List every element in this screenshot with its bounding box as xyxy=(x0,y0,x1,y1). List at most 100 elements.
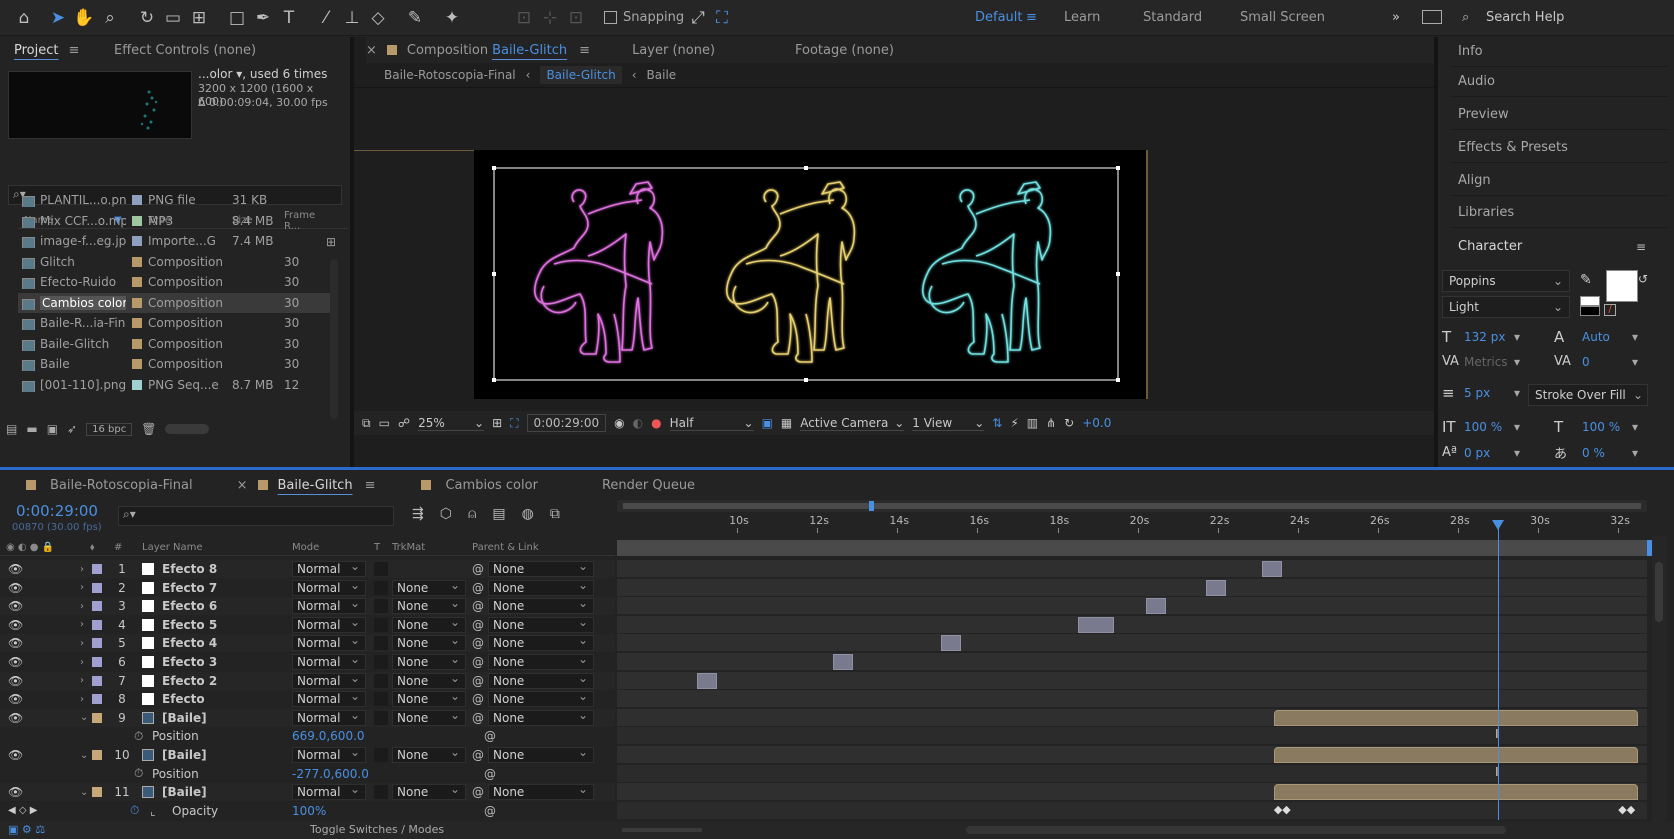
rectangle-tool-icon[interactable]: □ xyxy=(225,6,249,30)
mode-select[interactable]: Normal xyxy=(292,633,366,652)
parent-select[interactable]: None xyxy=(488,708,594,726)
selection-tool-icon[interactable]: ➤ xyxy=(46,6,70,30)
parent-select[interactable]: None xyxy=(488,782,594,801)
layer-name[interactable]: [Baile] xyxy=(162,748,207,762)
project-item[interactable]: Cambios color Composition 30 xyxy=(18,292,330,313)
trkmat-select[interactable]: None xyxy=(392,782,466,801)
layer-duration-bar[interactable] xyxy=(1261,561,1282,577)
flowchart-icon[interactable]: ⋔ xyxy=(1046,416,1056,430)
project-item[interactable]: Mix CCF...o.mp3 MP3 8.4 MB xyxy=(18,211,330,231)
stopwatch-icon[interactable]: ⏱ xyxy=(134,729,143,744)
kerning-value[interactable]: Metrics xyxy=(1464,355,1514,369)
motion-blur-icon[interactable]: ◍ xyxy=(522,506,534,522)
comp-tab-name[interactable]: Baile-Glitch xyxy=(492,43,567,58)
preserve-transparency-box[interactable] xyxy=(374,710,388,725)
twirl-right-icon[interactable]: › xyxy=(80,657,84,668)
label-swatch[interactable] xyxy=(132,379,142,390)
mask-icon[interactable]: ☍ xyxy=(398,416,410,430)
eye-icon[interactable]: 👁 xyxy=(8,748,23,762)
zoom-select[interactable]: 25% ⌄ xyxy=(418,416,485,431)
breadcrumb-item[interactable]: Baile-Rotoscopia-Final xyxy=(384,68,516,82)
label-swatch[interactable] xyxy=(132,236,142,246)
playhead[interactable] xyxy=(1492,520,1505,820)
layer-duration-bar[interactable] xyxy=(833,654,854,670)
col-layer-name[interactable]: Layer Name xyxy=(142,542,203,553)
layer-duration-bar[interactable] xyxy=(1205,579,1226,596)
font-size-value[interactable]: 132 px xyxy=(1464,330,1514,344)
show-snapshot-icon[interactable]: ◐ xyxy=(633,416,643,430)
col-mode[interactable]: Mode xyxy=(292,542,319,553)
timeline-tab[interactable]: Cambios color xyxy=(445,478,537,493)
layer-duration-bar[interactable] xyxy=(1077,616,1114,633)
views-select[interactable]: 1 View ⌄ xyxy=(912,416,985,431)
stopwatch-icon[interactable]: ⏱ xyxy=(130,803,139,818)
twirl-down-icon[interactable]: ⌄ xyxy=(80,712,88,723)
layer-name[interactable]: Efecto 3 xyxy=(162,655,217,669)
mode-select[interactable]: Normal xyxy=(292,745,366,763)
layer-name[interactable]: Efecto 5 xyxy=(162,618,217,632)
pickwhip-icon[interactable]: @ xyxy=(472,618,484,632)
font-family-select[interactable]: Poppins ⌄ xyxy=(1442,270,1570,292)
pickwhip-icon[interactable]: @ xyxy=(472,692,484,706)
breadcrumb-item-active[interactable]: Baile-Glitch xyxy=(540,66,622,84)
rotate-tool-icon[interactable]: ↻ xyxy=(135,6,159,30)
tracking-value[interactable]: 0 xyxy=(1582,355,1632,369)
eye-icon[interactable]: 👁 xyxy=(8,655,23,669)
eye-icon[interactable]: 👁 xyxy=(8,674,23,688)
layer-duration-bar[interactable] xyxy=(697,672,718,689)
dropdown-arrow-icon[interactable]: ▾ xyxy=(1514,420,1554,434)
toggle-switches-modes[interactable]: Toggle Switches / Modes xyxy=(310,823,444,836)
workspace-default[interactable]: Default xyxy=(975,10,1023,25)
dropdown-arrow-icon[interactable]: ▾ xyxy=(1514,446,1554,460)
baseline-value[interactable]: 0 px xyxy=(1464,446,1514,460)
graph-icon[interactable]: ⌞ xyxy=(150,804,156,818)
pickwhip-icon[interactable]: @ xyxy=(472,711,484,725)
keyframe-icon[interactable]: ◆◆ xyxy=(1274,803,1291,816)
layer-name[interactable]: Efecto 8 xyxy=(162,562,217,576)
workspace-learn[interactable]: Learn xyxy=(1064,10,1100,25)
dropdown-arrow-icon[interactable]: ▾ xyxy=(1632,330,1638,344)
layer-label-swatch[interactable] xyxy=(92,619,102,630)
timeline-icon[interactable]: ▥ xyxy=(1027,416,1038,430)
mode-select[interactable]: Normal xyxy=(292,689,366,708)
layer-row[interactable]: 👁 › 6 Efecto 3 Normal None @ None xyxy=(0,652,615,671)
swap-colors-icon[interactable]: ↺ xyxy=(1638,272,1648,286)
layer-row[interactable]: 👁 › 5 Efecto 4 Normal None @ None xyxy=(0,633,615,653)
project-item[interactable]: Baile-R...ia-Final Composition 30 xyxy=(18,313,330,333)
layer-duration-bar[interactable] xyxy=(1273,709,1639,726)
eyedropper-icon[interactable]: ✎ xyxy=(1580,272,1592,288)
camera-select[interactable]: Active Camera ⌄ xyxy=(800,416,905,431)
trkmat-select[interactable]: None xyxy=(392,633,466,652)
layer-label-swatch[interactable] xyxy=(92,675,102,686)
panel-libraries[interactable]: Libraries xyxy=(1450,198,1668,228)
layer-duration-bar[interactable] xyxy=(1145,598,1166,615)
playhead-handle[interactable] xyxy=(1492,520,1505,530)
no-stroke-icon[interactable]: / xyxy=(1604,304,1616,316)
adjust-icon[interactable]: ➶ xyxy=(67,422,77,436)
label-swatch[interactable] xyxy=(132,277,142,287)
parent-select[interactable]: None xyxy=(488,671,594,689)
parent-select[interactable]: None xyxy=(488,633,594,652)
transparency-grid-icon[interactable]: ▦ xyxy=(781,416,792,430)
property-value[interactable]: -277.0,600.0 xyxy=(292,767,369,781)
bpc-button[interactable]: 16 bpc xyxy=(86,422,133,436)
preserve-transparency-box[interactable] xyxy=(374,785,388,800)
pickwhip-icon[interactable]: @ xyxy=(472,785,484,799)
eye-icon[interactable]: 👁 xyxy=(8,599,23,613)
pickwhip-icon[interactable]: @ xyxy=(472,562,484,576)
timeline-scrollbar[interactable] xyxy=(1652,536,1666,836)
pan-behind-tool-icon[interactable]: ⊞ xyxy=(187,6,211,30)
preserve-transparency-box[interactable] xyxy=(374,562,388,576)
region-icon[interactable]: ▭ xyxy=(379,416,390,430)
type-tool-icon[interactable]: T xyxy=(277,6,301,30)
layer-label-swatch[interactable] xyxy=(92,712,102,723)
timeline-tab-active[interactable]: Baile-Glitch xyxy=(278,478,353,493)
trkmat-select[interactable]: None xyxy=(392,671,466,689)
workspace-small-screen[interactable]: Small Screen xyxy=(1240,10,1325,25)
trkmat-select[interactable]: None xyxy=(392,615,466,633)
twirl-right-icon[interactable]: › xyxy=(80,564,84,575)
font-style-select[interactable]: Light ⌄ xyxy=(1442,296,1570,318)
project-item[interactable]: Baile Composition 30 xyxy=(18,354,330,374)
layer-duration-bar[interactable] xyxy=(1273,784,1639,801)
preserve-transparency-box[interactable] xyxy=(374,636,388,651)
